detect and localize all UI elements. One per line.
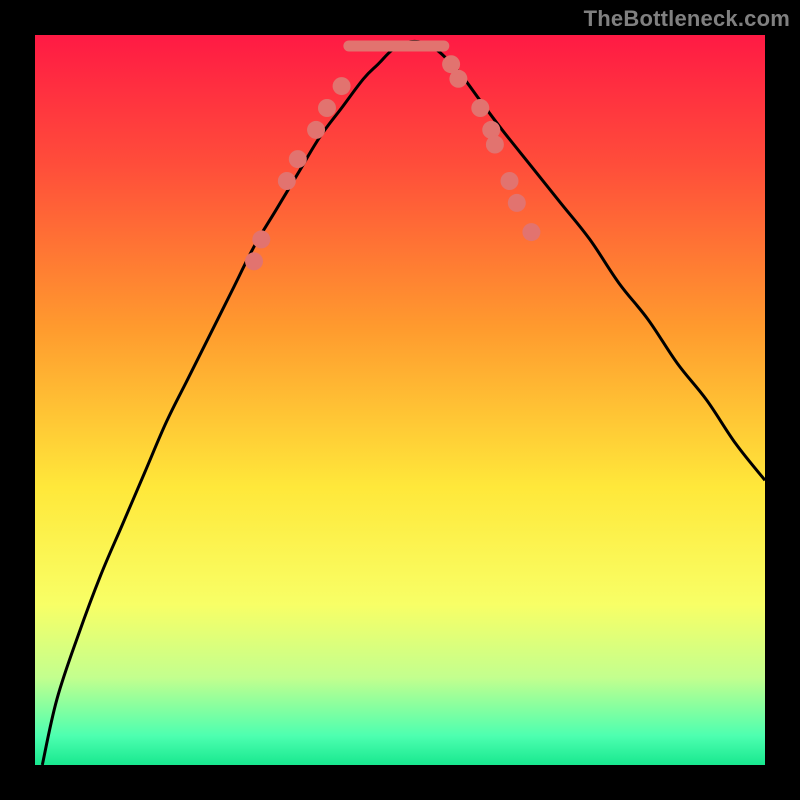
watermark-text: TheBottleneck.com: [584, 6, 790, 32]
scatter-dot: [252, 230, 270, 248]
bottleneck-chart: [35, 35, 765, 765]
chart-container: TheBottleneck.com: [0, 0, 800, 800]
scatter-dot: [501, 172, 519, 190]
scatter-dot: [471, 99, 489, 117]
scatter-dot: [278, 172, 296, 190]
scatter-dot: [245, 252, 263, 270]
scatter-dot: [318, 99, 336, 117]
scatter-dot: [486, 136, 504, 154]
scatter-dot: [307, 121, 325, 139]
scatter-dot: [508, 194, 526, 212]
scatter-dot: [333, 77, 351, 95]
chart-background: [35, 35, 765, 765]
scatter-dot: [449, 70, 467, 88]
scatter-dot: [289, 150, 307, 168]
scatter-dot: [522, 223, 540, 241]
